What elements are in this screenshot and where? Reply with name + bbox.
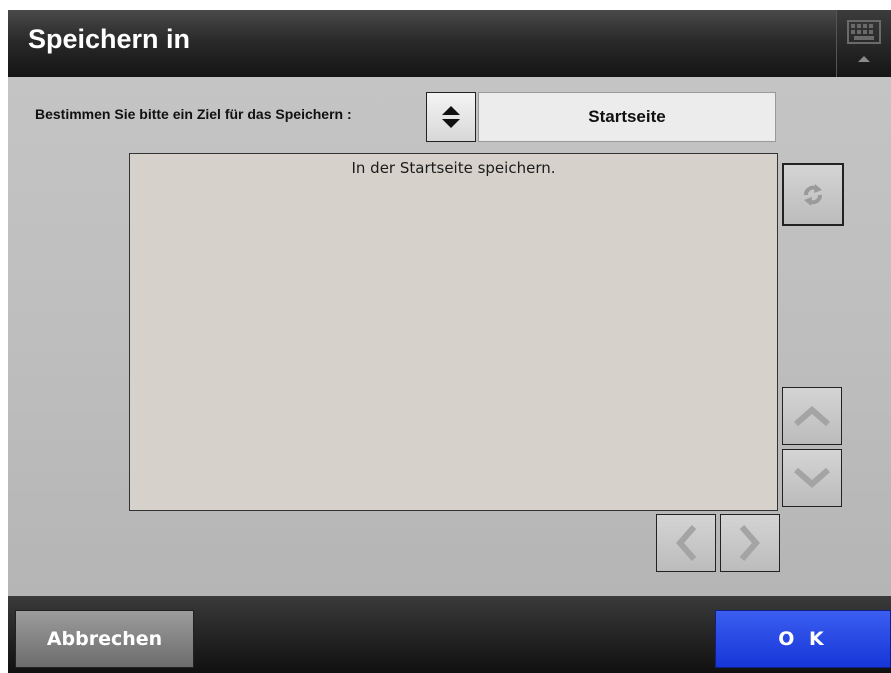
destination-spinner-button[interactable] bbox=[426, 92, 476, 142]
destination-label: Bestimmen Sie bitte ein Ziel für das Spe… bbox=[35, 106, 352, 122]
refresh-button[interactable] bbox=[782, 163, 844, 226]
main-panel: Bestimmen Sie bitte ein Ziel für das Spe… bbox=[8, 77, 891, 596]
scroll-up-button[interactable] bbox=[782, 387, 842, 445]
page-right-button[interactable] bbox=[720, 514, 780, 572]
destination-select[interactable]: Startseite bbox=[426, 92, 776, 142]
title-bar: Speichern in bbox=[8, 10, 891, 77]
page-left-button[interactable] bbox=[656, 514, 716, 572]
keyboard-button[interactable] bbox=[836, 10, 891, 77]
scroll-down-button[interactable] bbox=[782, 449, 842, 507]
content-area: In der Startseite speichern. bbox=[129, 153, 778, 511]
page-title: Speichern in bbox=[28, 24, 191, 54]
content-message: In der Startseite speichern. bbox=[351, 159, 556, 177]
cancel-button-label: Abbrechen bbox=[46, 628, 163, 650]
destination-value-box[interactable]: Startseite bbox=[478, 92, 776, 142]
ok-button-label: O K bbox=[778, 628, 828, 650]
destination-value: Startseite bbox=[588, 107, 666, 126]
ok-button[interactable]: O K bbox=[715, 610, 891, 668]
screen: Speichern in Bestimmen Sie bitte ein Zie… bbox=[8, 10, 891, 673]
cancel-button[interactable]: Abbrechen bbox=[15, 610, 194, 668]
bottom-bar: Abbrechen O K bbox=[8, 596, 891, 673]
